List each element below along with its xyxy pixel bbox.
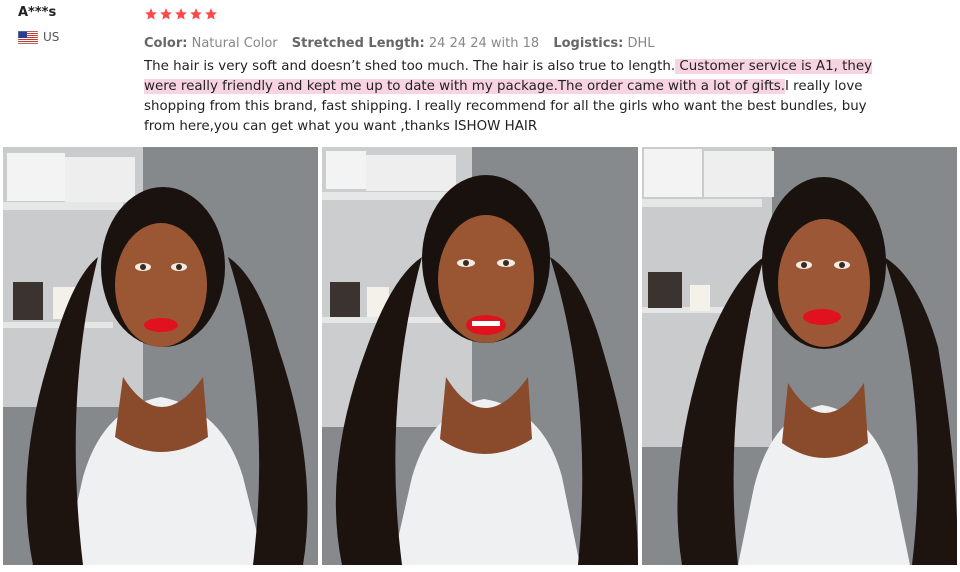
reviewer-name: A***s bbox=[18, 5, 57, 20]
star-icon bbox=[204, 6, 218, 20]
country-code: US bbox=[43, 30, 60, 44]
star-icon bbox=[159, 6, 173, 20]
review-text-part1: The hair is very soft and doesn’t shed t… bbox=[144, 59, 676, 74]
logistics-value: DHL bbox=[627, 36, 655, 51]
review-text-highlight2: The order came with a lot of gifts. bbox=[557, 79, 785, 94]
star-icon bbox=[189, 6, 203, 20]
star-icon bbox=[174, 6, 188, 20]
review-photo-2[interactable] bbox=[322, 147, 638, 565]
reviewer-country: US bbox=[17, 30, 128, 44]
star-icon bbox=[144, 6, 158, 20]
length-value: 24 24 24 with 18 bbox=[428, 36, 540, 51]
color-label: Color: bbox=[144, 36, 188, 51]
review-photo-3[interactable] bbox=[641, 147, 957, 565]
review-text: The hair is very soft and doesn’t shed t… bbox=[144, 57, 874, 137]
review-photos bbox=[3, 147, 957, 565]
review-attributes: Color: Natural Color Stretched Length: 2… bbox=[144, 35, 874, 53]
review-body: Color: Natural Color Stretched Length: 2… bbox=[144, 4, 874, 137]
star-rating bbox=[144, 4, 874, 22]
us-flag-icon bbox=[17, 30, 39, 44]
reviewer-info: A***s US bbox=[17, 4, 128, 44]
logistics-label: Logistics: bbox=[553, 36, 624, 51]
review-photo-1[interactable] bbox=[3, 147, 319, 565]
color-value: Natural Color bbox=[191, 36, 278, 51]
length-label: Stretched Length: bbox=[291, 36, 425, 51]
